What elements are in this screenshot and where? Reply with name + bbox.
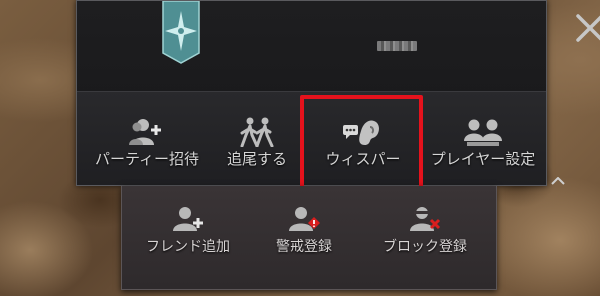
alert-register-icon — [289, 207, 320, 231]
add-friend-label: フレンド追加 — [146, 239, 230, 255]
follow-button[interactable]: 追尾する — [217, 117, 297, 177]
whisper-highlight-box — [300, 95, 423, 193]
party-invite-button[interactable]: パーティー招待 — [81, 117, 213, 177]
block-register-icon — [410, 207, 441, 231]
party-invite-label: パーティー招待 — [94, 150, 200, 168]
divider — [77, 91, 546, 92]
add-friend-button[interactable]: フレンド追加 — [140, 206, 236, 256]
player-settings-icon — [464, 119, 502, 146]
guild-emblem-icon — [162, 1, 200, 64]
add-friend-icon — [173, 207, 203, 231]
player-name-redacted — [377, 41, 417, 51]
alert-register-label: 警戒登録 — [276, 239, 332, 255]
block-register-label: ブロック登録 — [383, 239, 467, 255]
chevron-up-icon — [551, 177, 565, 185]
follow-label: 追尾する — [226, 150, 287, 168]
player-settings-button[interactable]: プレイヤー設定 — [421, 117, 545, 177]
close-icon[interactable] — [573, 11, 600, 45]
follow-icon — [240, 117, 274, 147]
alert-register-button[interactable]: 警戒登録 — [262, 206, 346, 256]
block-register-button[interactable]: ブロック登録 — [368, 206, 482, 256]
party-invite-icon — [129, 119, 161, 145]
player-settings-label: プレイヤー設定 — [430, 150, 536, 168]
player-sub-menu: フレンド追加 警戒登録 ブロック登録 — [121, 186, 497, 290]
